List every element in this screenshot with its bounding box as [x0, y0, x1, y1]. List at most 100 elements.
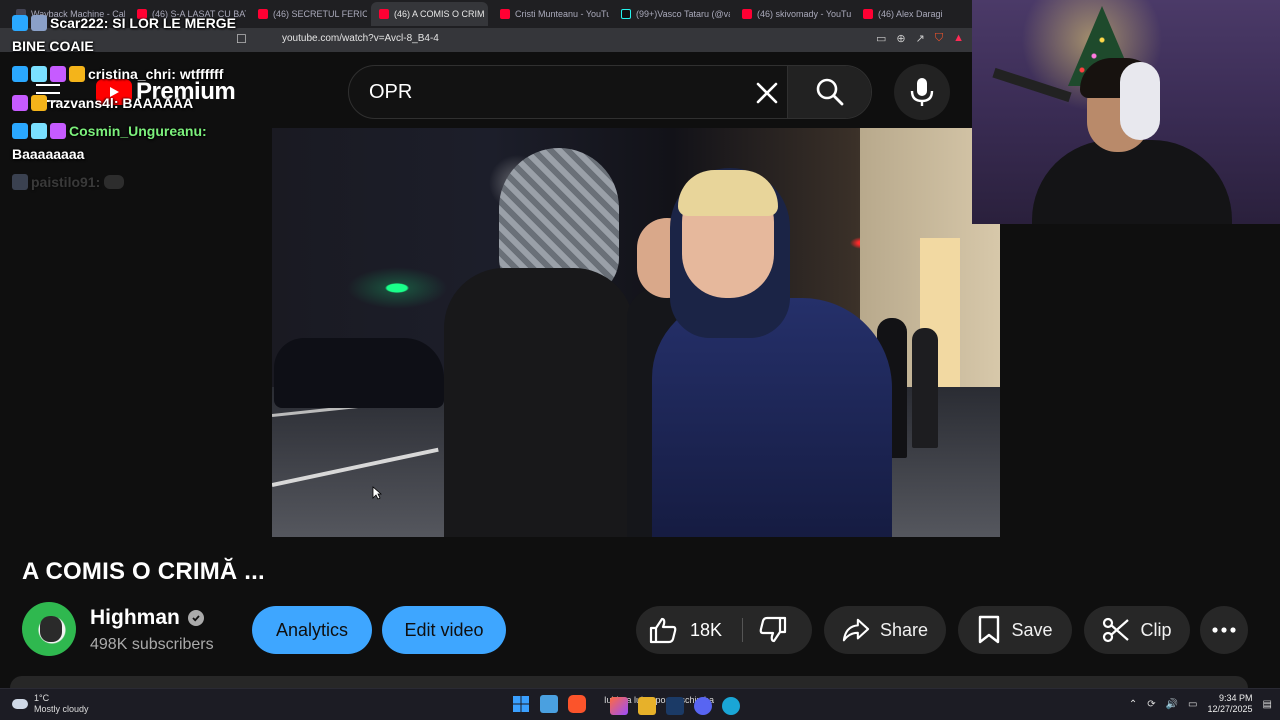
- subscriber-badge-icon: [12, 174, 28, 190]
- tab-youtube-4[interactable]: (46) skivomady - YouTube: [734, 2, 851, 26]
- chat-username: Scar222:: [50, 15, 109, 31]
- brave-browser-icon[interactable]: [568, 695, 586, 713]
- cast-icon[interactable]: ▭: [876, 32, 886, 45]
- clip-label: Clip: [1140, 619, 1172, 640]
- like-button[interactable]: 18K: [648, 606, 722, 654]
- mouse-cursor-icon: [372, 486, 382, 500]
- chat-username: razvans4l:: [50, 95, 119, 111]
- browser-toolbar: ▭ ⊕ ↗ ⛉ ▲: [876, 32, 964, 45]
- search-button[interactable]: [787, 66, 871, 118]
- chat-text: BINE COAIE: [12, 38, 94, 54]
- network-icon[interactable]: ▭: [1188, 699, 1197, 710]
- address-bar[interactable]: ☐ youtube.com/watch?v=Avcl-8_B4-4 ▭ ⊕ ↗ …: [0, 28, 972, 52]
- tab-active-video[interactable]: (46) A COMIS O CRIM✕: [371, 2, 488, 26]
- like-dislike-group: 18K: [636, 606, 812, 654]
- like-separator: [742, 618, 743, 642]
- save-label: Save: [1011, 619, 1053, 640]
- moderator-badge-icon: [12, 66, 28, 82]
- file-explorer-icon[interactable]: [638, 697, 656, 715]
- chat-username: cristina_chri:: [88, 66, 176, 82]
- gamer-badge-icon: [50, 66, 66, 82]
- share-label: Share: [879, 619, 928, 640]
- clip-button[interactable]: Clip: [1084, 606, 1190, 654]
- chat-emote-icon: [104, 175, 125, 189]
- mic-arm: [992, 67, 1072, 103]
- copilot-icon[interactable]: [610, 697, 628, 715]
- video-car: [274, 338, 444, 408]
- subscriber-badge-icon: [69, 66, 85, 82]
- search-input[interactable]: [369, 66, 749, 118]
- bookmark-icon[interactable]: ☐: [236, 32, 247, 46]
- globe-icon[interactable]: [722, 697, 740, 715]
- clock-time: 9:34 PM: [1219, 693, 1253, 703]
- clear-search-icon[interactable]: [749, 78, 785, 108]
- share-page-icon[interactable]: ↗: [916, 32, 925, 45]
- youtube-icon: [742, 9, 752, 19]
- streamer-shirt: [1032, 140, 1232, 224]
- rewards-icon[interactable]: ▲: [953, 32, 964, 45]
- steam-icon[interactable]: [666, 697, 684, 715]
- taskbar-apps: [512, 695, 586, 713]
- task-view-icon[interactable]: [540, 695, 558, 713]
- chat-username: Cosmin_Ungureanu:: [69, 123, 207, 139]
- edit-video-button[interactable]: Edit video: [382, 606, 506, 654]
- windows-taskbar: 1°C Mostly cloudy Iubirea lui te poate s…: [0, 688, 1280, 720]
- video-hooded-person: [434, 148, 634, 537]
- save-button[interactable]: Save: [958, 606, 1072, 654]
- url-text[interactable]: youtube.com/watch?v=Avcl-8_B4-4: [282, 33, 439, 44]
- description-box[interactable]: [10, 676, 1248, 688]
- more-horizontal-icon: [1212, 627, 1236, 633]
- channel-name[interactable]: Highman: [90, 606, 180, 630]
- chevron-up-icon[interactable]: ⌃: [1129, 699, 1137, 710]
- chat-message: paistilo91:: [12, 174, 125, 190]
- brave-shield-icon[interactable]: ⛉: [935, 32, 943, 45]
- tab-youtube-5[interactable]: (46) Alex Daragi: [855, 2, 972, 26]
- weather-condition: Mostly cloudy: [34, 704, 89, 714]
- chat-message: Scar222: SI LOR LE MERGE: [12, 15, 236, 31]
- tab-youtube-2[interactable]: (46) SECRETUL FERICIRII D: [250, 2, 367, 26]
- youtube-icon: [379, 9, 389, 19]
- share-icon: [842, 618, 870, 642]
- gamer-badge-icon: [12, 95, 28, 111]
- bookmark-save-icon: [979, 615, 1000, 644]
- system-tray: ⌃ ⟳ 🔊 ▭ 9:34 PM 12/27/2025 ▤: [1129, 693, 1272, 715]
- tab-label: (46) SECRETUL FERICIRII D: [273, 9, 367, 19]
- sync-icon[interactable]: ⟳: [1147, 699, 1155, 710]
- chat-message-continued: Baaaaaaaa: [12, 146, 84, 162]
- channel-avatar[interactable]: [22, 602, 76, 656]
- microphone-icon: [910, 78, 934, 106]
- zoom-icon[interactable]: ⊕: [896, 32, 905, 45]
- search-box: [348, 65, 872, 119]
- voice-search-button[interactable]: [894, 64, 950, 120]
- discord-icon[interactable]: [694, 697, 712, 715]
- chat-text: Baaaaaaaa: [12, 146, 85, 162]
- tab-label: (46) skivomady - YouTube: [757, 9, 851, 19]
- vip-badge-icon: [31, 66, 47, 82]
- chat-message: Cosmin_Ungureanu:: [12, 123, 207, 139]
- share-button[interactable]: Share: [824, 606, 946, 654]
- tab-youtube-3[interactable]: Cristi Munteanu - YouTube: [492, 2, 609, 26]
- like-count: 18K: [690, 619, 723, 640]
- vip-badge-icon: [31, 123, 47, 139]
- notification-icon[interactable]: ▤: [1263, 699, 1272, 710]
- tab-tiktok[interactable]: (99+)Vasco Tataru (@vasc: [613, 2, 730, 26]
- speaker-icon[interactable]: 🔊: [1166, 699, 1178, 710]
- analytics-button[interactable]: Analytics: [252, 606, 372, 654]
- weather-widget[interactable]: 1°C Mostly cloudy: [12, 693, 89, 715]
- youtube-icon: [258, 9, 268, 19]
- video-background-person: [912, 328, 938, 448]
- video-person-front: [652, 168, 892, 537]
- subscriber-count: 498K subscribers: [90, 636, 214, 653]
- search-icon: [816, 78, 843, 106]
- more-actions-button[interactable]: [1200, 606, 1248, 654]
- thumbs-down-icon[interactable]: [758, 616, 788, 644]
- windows-start-icon[interactable]: [512, 695, 530, 713]
- video-player[interactable]: [272, 128, 1000, 537]
- thumbs-up-icon: [649, 617, 677, 644]
- headset-icon: [1120, 62, 1160, 140]
- screen: { "browser": { "tabs": [ {"label": "Wayb…: [0, 0, 1280, 720]
- gamer-badge-icon: [50, 123, 66, 139]
- clock[interactable]: 9:34 PM 12/27/2025: [1208, 693, 1253, 715]
- channel-name-row[interactable]: Highman: [90, 606, 204, 630]
- youtube-icon: [863, 9, 873, 19]
